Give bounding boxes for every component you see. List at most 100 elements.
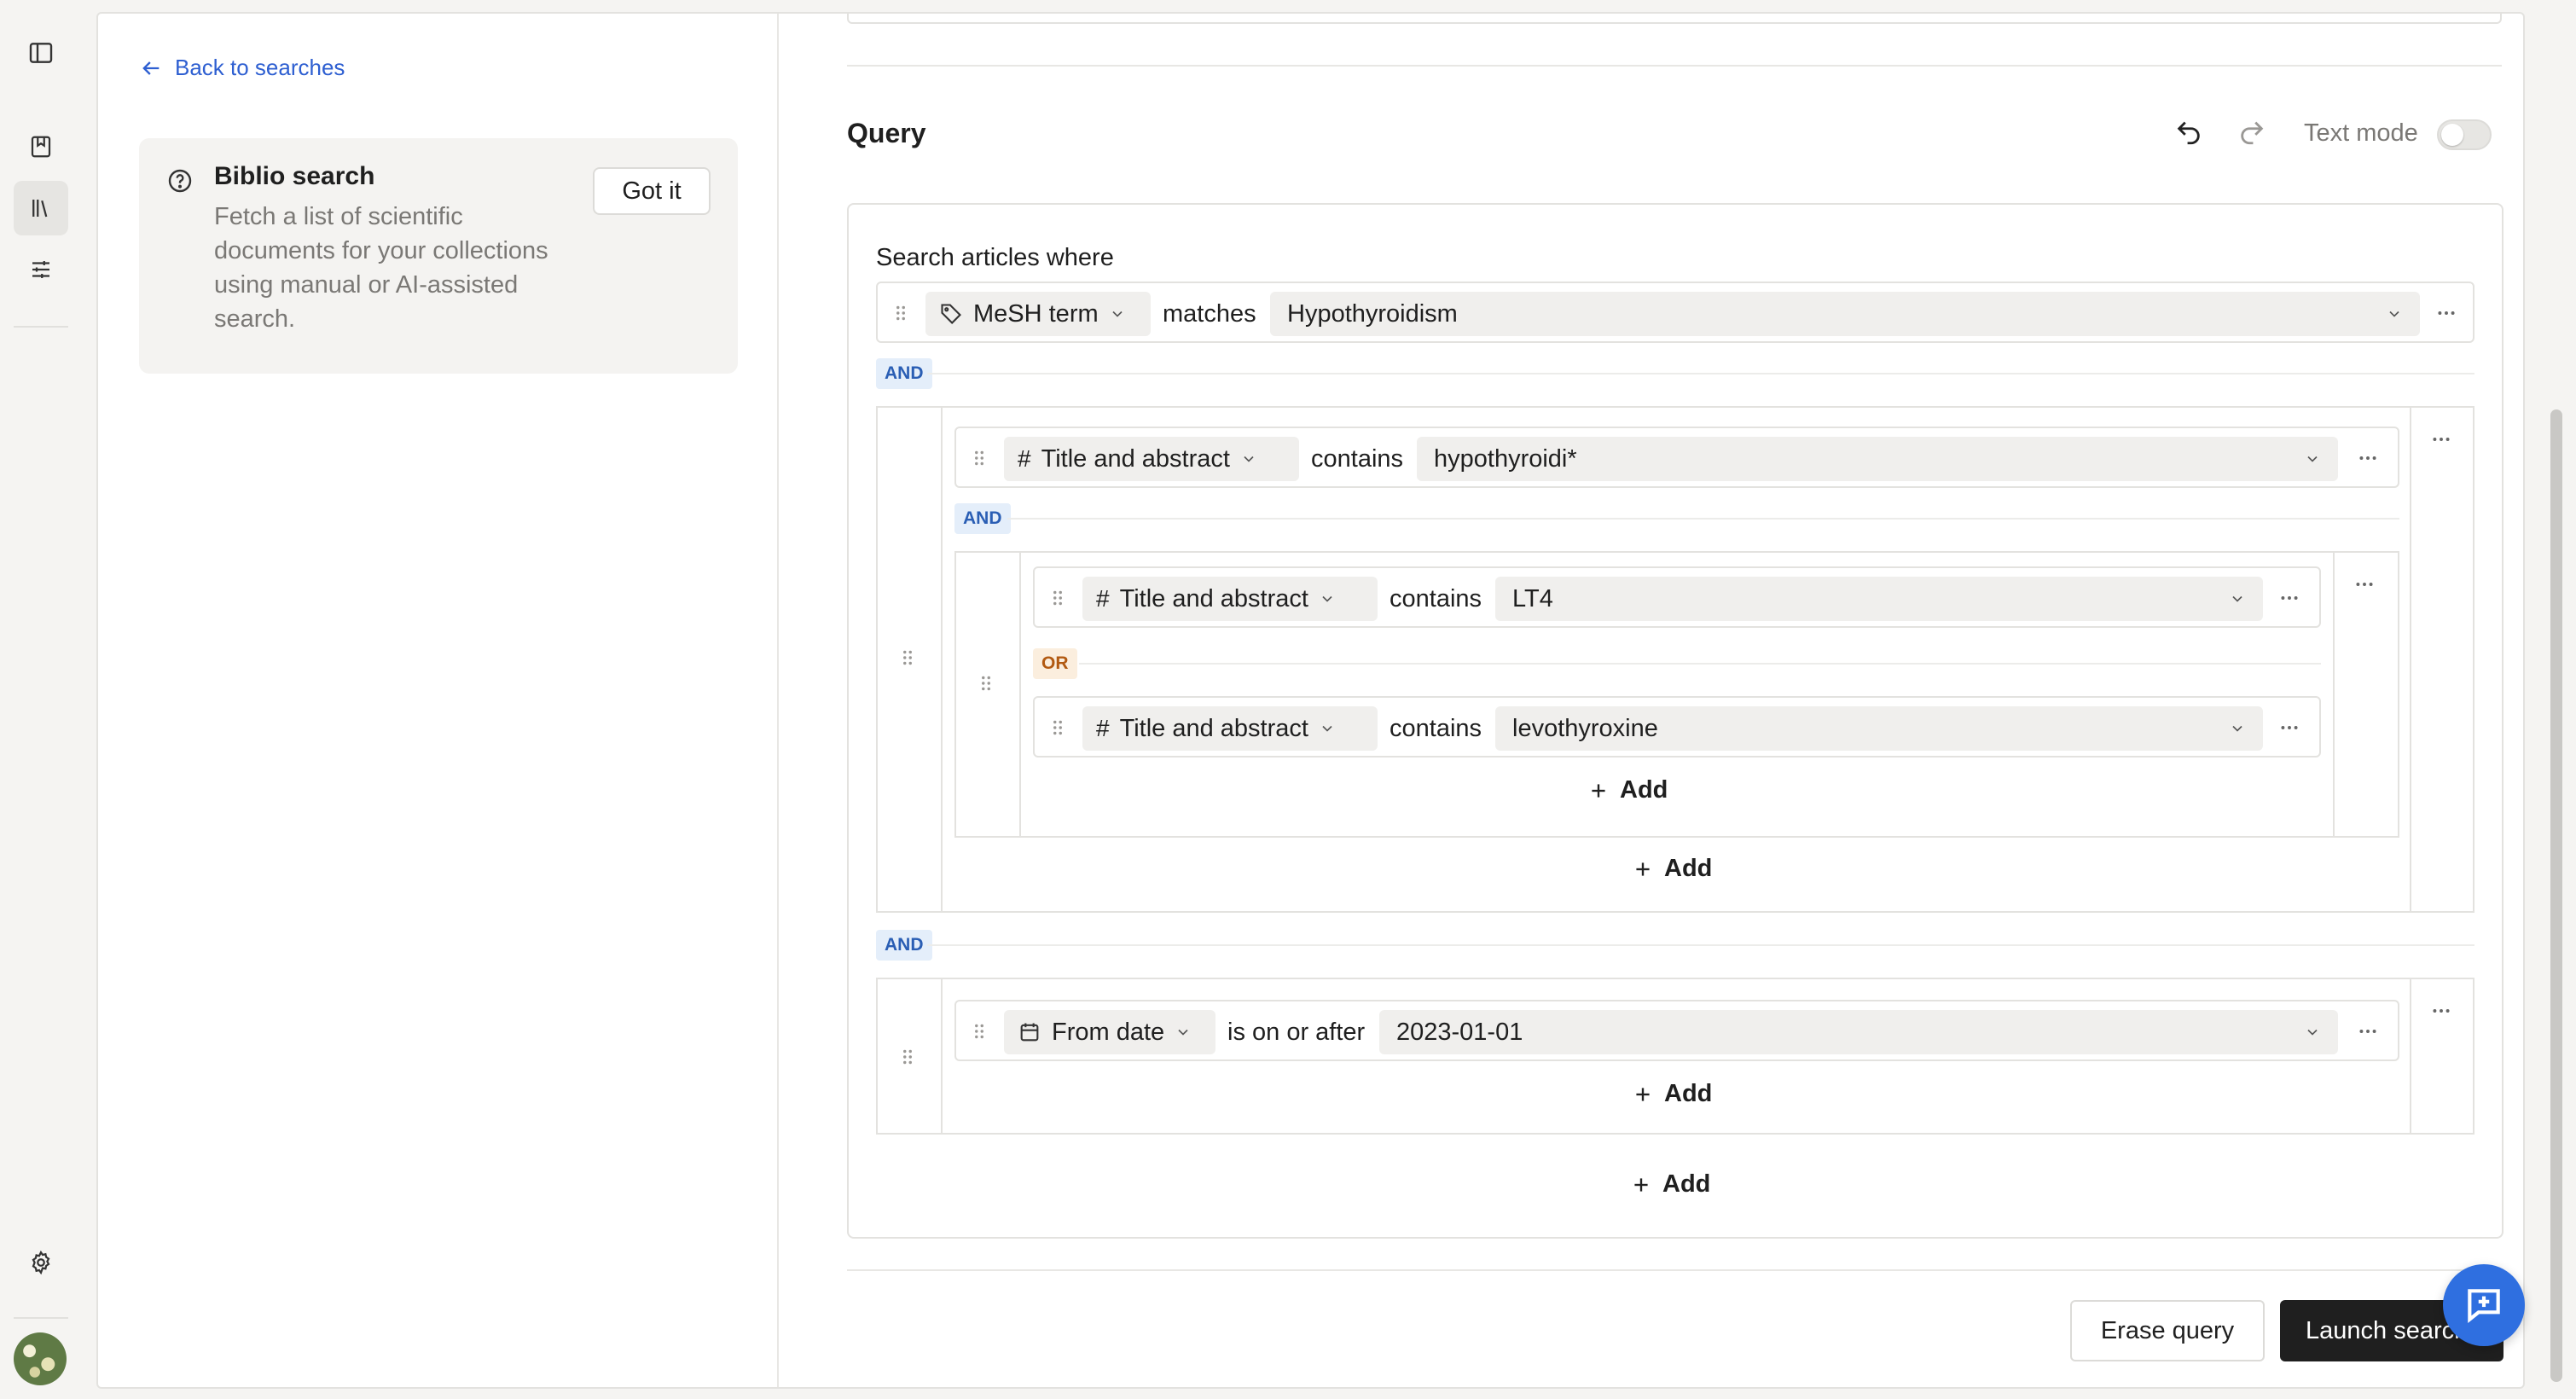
field-selector[interactable]: From date xyxy=(1004,1010,1215,1054)
more-options-icon[interactable] xyxy=(2278,587,2300,609)
value-label: hypothyroidi* xyxy=(1434,444,1577,473)
group-menu-column xyxy=(2410,408,2473,911)
chat-bubble-icon xyxy=(2468,1289,2500,1324)
back-to-searches-link[interactable]: Back to searches xyxy=(139,55,345,81)
chevron-down-icon xyxy=(2232,725,2242,732)
more-options-icon[interactable] xyxy=(2357,447,2379,469)
chat-button[interactable] xyxy=(2443,1264,2525,1346)
value-label: Hypothyroidism xyxy=(1287,299,1458,328)
nav-library-button[interactable] xyxy=(14,181,68,235)
value-select[interactable]: Hypothyroidism xyxy=(1270,292,2420,336)
chevron-down-icon xyxy=(1244,456,1254,462)
operator-label[interactable]: contains xyxy=(1390,715,1482,743)
chevron-down-icon xyxy=(2307,456,2318,462)
query-title: Query xyxy=(847,118,926,148)
drag-handle-icon[interactable] xyxy=(968,1020,990,1042)
or-badge[interactable]: OR xyxy=(1033,648,1077,679)
value-select[interactable]: hypothyroidi* xyxy=(1417,437,2338,481)
hash-icon: # xyxy=(1096,715,1110,741)
chevron-down-icon xyxy=(2307,1029,2318,1036)
info-text: Fetch a list of scientific documents for… xyxy=(214,203,548,333)
scrollbar-thumb[interactable] xyxy=(2550,409,2562,1382)
field-label: MeSH term xyxy=(973,299,1099,328)
query-builder: Search articles where MeSH term matches … xyxy=(847,203,2503,1239)
redo-icon[interactable] xyxy=(2237,118,2266,147)
more-options-icon[interactable] xyxy=(2435,302,2457,324)
add-condition-button[interactable]: Add xyxy=(1587,776,1668,804)
nav-filters-button[interactable] xyxy=(14,242,68,297)
add-label: Add xyxy=(1664,1080,1713,1107)
tag-icon xyxy=(941,304,961,324)
add-condition-button[interactable]: Add xyxy=(1632,1080,1712,1108)
add-condition-button[interactable]: Add xyxy=(1630,1170,1710,1199)
avatar[interactable] xyxy=(14,1332,67,1385)
more-options-icon[interactable] xyxy=(2357,1020,2379,1042)
operator-label[interactable]: contains xyxy=(1311,445,1403,473)
connector-line xyxy=(927,944,2474,946)
settings-button[interactable] xyxy=(14,1235,68,1290)
arrow-left-icon xyxy=(142,61,160,75)
group-handle-column xyxy=(878,979,943,1133)
condition-group: # Title and abstract contains hypothyroi… xyxy=(876,406,2474,913)
chevron-down-icon xyxy=(2389,311,2399,317)
and-badge[interactable]: AND xyxy=(876,358,932,389)
add-condition-button[interactable]: Add xyxy=(1632,855,1712,883)
chevron-down-icon xyxy=(1112,311,1123,317)
drag-handle-icon[interactable] xyxy=(975,672,997,694)
field-selector[interactable]: # Title and abstract xyxy=(1004,437,1299,481)
more-options-icon[interactable] xyxy=(2430,428,2452,450)
and-badge[interactable]: AND xyxy=(876,930,932,961)
undo-icon[interactable] xyxy=(2174,118,2203,147)
plus-icon xyxy=(1592,783,1605,798)
calendar-icon xyxy=(1020,1023,1039,1042)
toggle-sidebar-button[interactable] xyxy=(14,26,68,80)
drag-handle-icon[interactable] xyxy=(1047,587,1069,609)
chevron-down-icon xyxy=(1322,595,1332,602)
got-it-button[interactable]: Got it xyxy=(593,167,711,215)
and-badge[interactable]: AND xyxy=(954,503,1011,534)
hash-icon: # xyxy=(1096,585,1110,612)
sidebar-panel-icon xyxy=(29,43,53,63)
group-menu-column xyxy=(2333,553,2398,836)
value-select[interactable]: levothyroxine xyxy=(1495,706,2263,751)
operator-label[interactable]: contains xyxy=(1390,585,1482,613)
drag-handle-icon[interactable] xyxy=(890,302,912,324)
operator-label[interactable]: is on or after xyxy=(1227,1019,1365,1047)
help-circle-icon xyxy=(168,169,192,193)
add-label: Add xyxy=(1664,855,1713,882)
value-select[interactable]: LT4 xyxy=(1495,577,2263,621)
operator-label[interactable]: matches xyxy=(1163,300,1256,328)
drag-handle-icon[interactable] xyxy=(1047,717,1069,739)
info-title: Biblio search xyxy=(214,162,375,190)
field-label: Title and abstract xyxy=(1119,714,1308,742)
erase-query-button[interactable]: Erase query xyxy=(2070,1300,2265,1361)
connector-line xyxy=(927,373,2474,374)
field-selector[interactable]: MeSH term xyxy=(925,292,1151,336)
more-options-icon[interactable] xyxy=(2353,573,2376,595)
connector-line xyxy=(1007,518,2399,520)
condition-row: MeSH term matches Hypothyroidism xyxy=(876,282,2474,343)
value-label: levothyroxine xyxy=(1512,714,1658,742)
back-link-label: Back to searches xyxy=(175,55,345,80)
search-where-label: Search articles where xyxy=(876,244,1114,271)
group-menu-column xyxy=(2410,979,2473,1133)
hash-icon: # xyxy=(1018,445,1031,472)
library-icon xyxy=(32,200,48,218)
bookmark-book-icon xyxy=(31,136,51,158)
text-mode-toggle[interactable] xyxy=(2437,119,2492,150)
add-label: Add xyxy=(1620,776,1668,804)
drag-handle-icon[interactable] xyxy=(896,647,919,669)
more-options-icon[interactable] xyxy=(2278,717,2300,739)
icon-sidebar xyxy=(0,0,82,1399)
value-select[interactable]: 2023-01-01 xyxy=(1379,1010,2338,1054)
drag-handle-icon[interactable] xyxy=(896,1046,919,1068)
field-selector[interactable]: # Title and abstract xyxy=(1082,706,1378,751)
drag-handle-icon[interactable] xyxy=(968,447,990,469)
value-label: 2023-01-01 xyxy=(1396,1018,1523,1046)
divider xyxy=(847,65,2502,67)
text-mode-label: Text mode xyxy=(2304,119,2418,147)
field-selector[interactable]: # Title and abstract xyxy=(1082,577,1378,621)
condition-row: From date is on or after 2023-01-01 xyxy=(954,1000,2399,1061)
nav-bookmarks-button[interactable] xyxy=(14,119,68,174)
more-options-icon[interactable] xyxy=(2430,1000,2452,1022)
